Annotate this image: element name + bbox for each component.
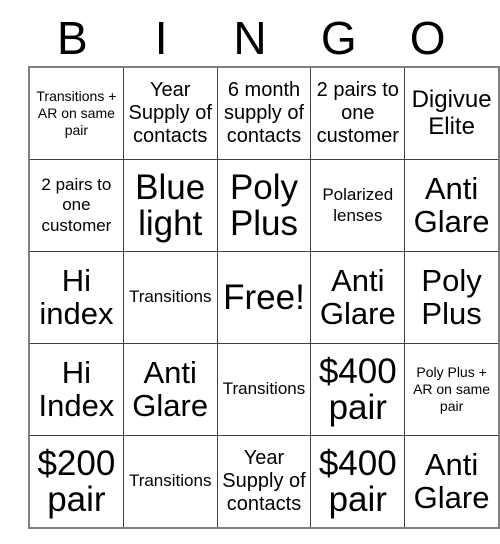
bingo-cell-label: Digivue Elite bbox=[411, 86, 492, 140]
bingo-row: Hi Index Anti Glare Transitions $400 pai… bbox=[28, 343, 500, 436]
bingo-cell[interactable]: Transitions + AR on same pair bbox=[28, 66, 124, 160]
bingo-cell-label: Hi index bbox=[39, 262, 114, 331]
bingo-cell[interactable]: 2 pairs to one customer bbox=[28, 159, 124, 252]
bingo-cell[interactable]: Anti Glare bbox=[310, 251, 406, 344]
bingo-cell[interactable]: Year Supply of contacts bbox=[122, 66, 218, 160]
bingo-cell[interactable]: Anti Glare bbox=[404, 435, 500, 529]
bingo-cell-label: 6 month supply of contacts bbox=[223, 79, 305, 147]
bingo-cell[interactable]: Transitions bbox=[122, 435, 218, 529]
bingo-grid-body: Transitions + AR on same pair Year Suppl… bbox=[28, 66, 500, 529]
bingo-cell[interactable]: 2 pairs to one customer bbox=[310, 66, 406, 160]
bingo-cell-label: Year Supply of contacts bbox=[222, 447, 306, 515]
bingo-row: 2 pairs to one customer Blue light Poly … bbox=[28, 159, 500, 252]
bingo-cell[interactable]: Polarized lenses bbox=[310, 159, 406, 252]
bingo-cell[interactable]: Digivue Elite bbox=[404, 66, 500, 160]
bingo-cell[interactable]: $200 pair bbox=[28, 435, 124, 529]
bingo-cell-label: Transitions bbox=[128, 471, 212, 491]
bingo-cell[interactable]: $400 pair bbox=[310, 343, 406, 436]
bingo-cell-label: Poly Plus bbox=[421, 262, 482, 331]
bingo-cell[interactable]: Hi index bbox=[28, 251, 124, 344]
bingo-cell[interactable]: Transitions bbox=[216, 343, 312, 436]
bingo-cell[interactable]: Hi Index bbox=[28, 343, 124, 436]
bingo-cell-label: Poly Plus + AR on same pair bbox=[413, 363, 491, 415]
bingo-cell[interactable]: Blue light bbox=[122, 159, 218, 252]
bingo-cell-label: Transitions bbox=[222, 379, 306, 399]
bingo-row: $200 pair Transitions Year Supply of con… bbox=[28, 435, 500, 529]
bingo-cell-label: Anti Glare bbox=[413, 446, 490, 515]
bingo-cell-label: Anti Glare bbox=[413, 170, 490, 239]
bingo-header-row: B I N G O bbox=[28, 10, 472, 66]
bingo-header-letter-o: O bbox=[409, 12, 446, 64]
bingo-cell-label: Polarized lenses bbox=[322, 185, 394, 225]
bingo-cell[interactable]: Poly Plus + AR on same pair bbox=[404, 343, 500, 436]
bingo-cell[interactable]: Poly Plus bbox=[216, 159, 312, 252]
bingo-cell-label: Year Supply of contacts bbox=[128, 79, 212, 147]
bingo-cell[interactable]: Transitions bbox=[122, 251, 218, 344]
bingo-free-space-label: Free! bbox=[223, 277, 305, 317]
bingo-header-letter-b: B bbox=[57, 12, 88, 64]
bingo-cell-label: Hi Index bbox=[38, 354, 115, 423]
bingo-cell-label: $400 pair bbox=[318, 443, 397, 519]
bingo-cell-label: 2 pairs to one customer bbox=[316, 79, 399, 147]
bingo-cell-label: $200 pair bbox=[37, 443, 116, 519]
bingo-row: Transitions + AR on same pair Year Suppl… bbox=[28, 66, 500, 160]
bingo-cell[interactable]: $400 pair bbox=[310, 435, 406, 529]
bingo-cell-free[interactable]: Free! bbox=[216, 251, 312, 344]
bingo-cell[interactable]: Anti Glare bbox=[122, 343, 218, 436]
bingo-cell[interactable]: Anti Glare bbox=[404, 159, 500, 252]
bingo-grid: Transitions + AR on same pair Year Suppl… bbox=[28, 66, 500, 529]
bingo-cell[interactable]: Year Supply of contacts bbox=[216, 435, 312, 529]
bingo-cell-label: Poly Plus bbox=[229, 167, 299, 243]
bingo-cell[interactable]: Poly Plus bbox=[404, 251, 500, 344]
bingo-header-letter-i: I bbox=[154, 12, 168, 64]
bingo-cell-label: 2 pairs to one customer bbox=[41, 175, 112, 235]
bingo-header-letter-g: G bbox=[320, 12, 357, 64]
bingo-cell-label: Anti Glare bbox=[132, 354, 209, 423]
bingo-cell-label: Anti Glare bbox=[319, 262, 396, 331]
bingo-cell-label: Transitions + AR on same pair bbox=[36, 87, 117, 139]
bingo-row: Hi index Transitions Free! Anti Glare Po… bbox=[28, 251, 500, 344]
bingo-cell[interactable]: 6 month supply of contacts bbox=[216, 66, 312, 160]
bingo-header-letter-n: N bbox=[233, 12, 267, 64]
bingo-cell-label: Transitions bbox=[128, 287, 212, 307]
bingo-cell-label: $400 pair bbox=[318, 351, 397, 427]
bingo-card: B I N G O Transitions + AR on same pair … bbox=[28, 10, 500, 529]
bingo-cell-label: Blue light bbox=[135, 167, 206, 243]
